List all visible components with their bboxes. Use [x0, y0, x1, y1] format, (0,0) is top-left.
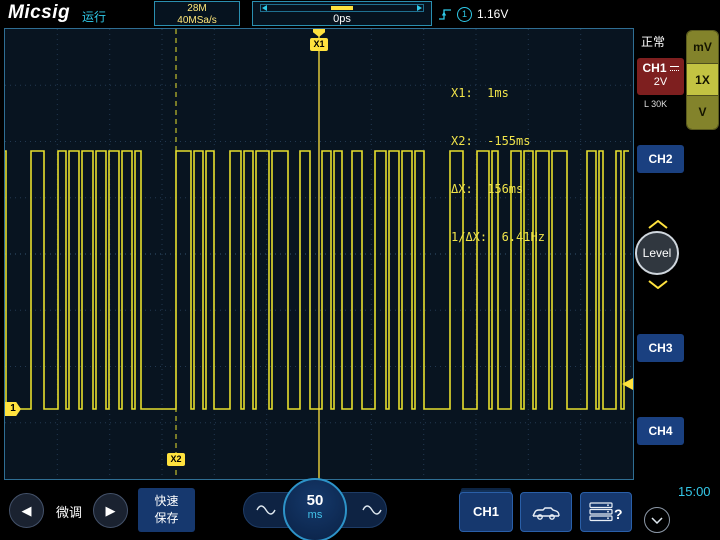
auto-mode-button[interactable]	[520, 492, 572, 532]
ch1-scale-value: 2V	[653, 76, 668, 88]
cursor-readout-line: X2: -155ms	[451, 134, 531, 148]
cursor-readout: X1: 1ms X2: -155ms ΔX: 156ms 1/ΔX: 6.41H…	[451, 53, 545, 277]
prev-button[interactable]: ◀	[9, 493, 44, 528]
trigger-position-slider[interactable]: 0ps	[252, 1, 432, 26]
ch1-label: CH1	[642, 61, 667, 75]
right-sidebar: 正常 CH1 2V L 30K mV 1X V CH2 Level CH3 CH…	[634, 28, 720, 480]
slider-left-arrow-icon[interactable]	[262, 5, 267, 11]
ch3-button[interactable]: CH3	[637, 334, 684, 362]
run-status: 运行	[82, 10, 107, 24]
prev-icon: ◀	[21, 503, 32, 518]
cursor-readout-line: 1/ΔX: 6.41Hz	[451, 230, 545, 244]
brand-logo: Micsig	[8, 2, 71, 23]
timebase-unit: ms	[307, 509, 323, 521]
ch4-button[interactable]: CH4	[637, 417, 684, 445]
level-knob[interactable]: Level	[635, 231, 679, 275]
collapse-button[interactable]	[644, 507, 670, 533]
ch1-button[interactable]: CH1 2V	[637, 58, 684, 95]
oscilloscope-app: Micsig 运行 28M 40MSa/s 0ps 1 1.16V X1: 1m…	[0, 0, 720, 540]
quick-save-button[interactable]: 快速 保存	[138, 488, 195, 532]
trigger-mode-label: 正常	[641, 35, 666, 49]
sine-wave-icon	[362, 505, 382, 515]
ch2-button[interactable]: CH2	[637, 145, 684, 173]
next-icon: ▶	[105, 503, 116, 518]
trigger-level-value: 1.16V	[477, 7, 509, 21]
memory-depth: 28M	[187, 3, 207, 14]
waveform-display[interactable]: X1: 1ms X2: -155ms ΔX: 156ms 1/ΔX: 6.41H…	[4, 28, 634, 480]
ch1-bandwidth-label: L 30K	[644, 99, 668, 109]
vertical-scale-selector: mV 1X V	[686, 30, 719, 130]
scale-mv-button[interactable]: mV	[687, 31, 718, 64]
trigger-source-badge: 1	[457, 6, 472, 22]
fine-tune-label: 微调	[55, 505, 82, 520]
level-up-icon[interactable]	[647, 220, 669, 229]
cursor-readout-line: ΔX: 156ms	[451, 182, 524, 196]
probe-1x-button[interactable]: 1X	[687, 63, 718, 97]
channel-select-button[interactable]: CH1	[459, 492, 513, 532]
storage-help-button[interactable]: ?	[580, 492, 632, 532]
timebase-value: 50	[306, 492, 324, 509]
slider-track[interactable]	[260, 4, 424, 12]
rising-edge-icon	[439, 8, 451, 20]
bottom-bar: ◀ 微调 ▶ 快速 保存 50 ms CH1 ? 15:00	[0, 478, 720, 540]
trigger-position-value: 0ps	[333, 13, 351, 25]
svg-text:?: ?	[614, 506, 623, 522]
level-down-icon[interactable]	[647, 280, 669, 289]
timebase-knob[interactable]: 50 ms	[283, 478, 347, 540]
dc-coupling-icon	[669, 64, 679, 73]
scale-v-button[interactable]: V	[687, 96, 718, 129]
top-bar: Micsig 运行 28M 40MSa/s 0ps 1 1.16V	[0, 0, 720, 28]
sine-wave-icon	[256, 505, 276, 515]
chevron-down-icon	[651, 516, 663, 524]
x2-cursor-flag[interactable]: X2	[167, 453, 185, 466]
cursor-readout-line: X1: 1ms	[451, 86, 509, 100]
slider-right-arrow-icon[interactable]	[417, 5, 422, 11]
trigger-level-arrow[interactable]	[622, 378, 633, 390]
x1-cursor-flag[interactable]: X1	[310, 38, 328, 51]
slider-window-handle[interactable]	[331, 6, 353, 10]
clock: 15:00	[678, 484, 711, 499]
sample-rate: 40MSa/s	[177, 15, 217, 26]
acquisition-info[interactable]: 28M 40MSa/s	[154, 1, 240, 26]
car-icon	[532, 506, 560, 520]
trigger-info[interactable]: 1 1.16V	[438, 5, 508, 23]
storage-question-icon: ?	[589, 502, 623, 522]
next-button[interactable]: ▶	[93, 493, 128, 528]
